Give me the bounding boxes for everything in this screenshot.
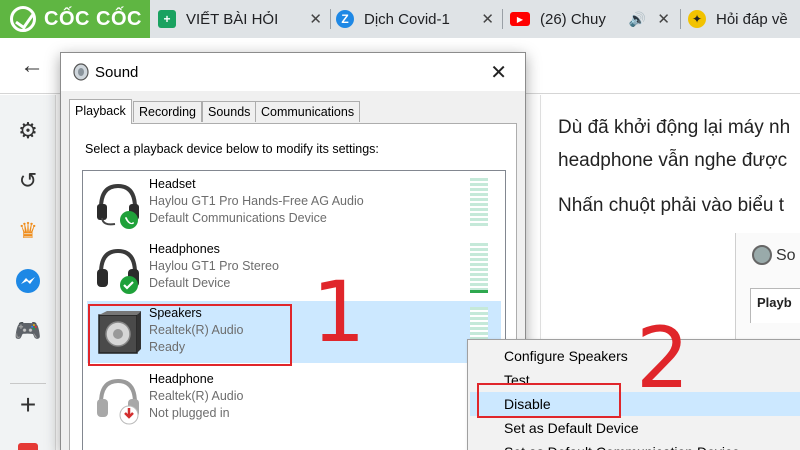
- article-line: Nhấn chuột phải vào biểu t: [558, 195, 785, 216]
- device-status: Default Device: [149, 276, 231, 290]
- dialog-title: Sound: [95, 64, 139, 81]
- gamepad-icon[interactable]: 🎮: [14, 317, 42, 345]
- article-line: Dù đã khởi động lại máy nh: [558, 117, 791, 138]
- disable-highlight-box: [477, 383, 621, 418]
- runner-icon: ✦: [688, 10, 706, 28]
- step-number-1: 1: [312, 263, 366, 361]
- instruction-text: Select a playback device below to modify…: [85, 142, 379, 156]
- device-status: Not plugged in: [149, 406, 230, 420]
- browser-tab[interactable]: ✦ Hỏi đáp về: [688, 0, 800, 38]
- close-icon[interactable]: ✕: [657, 10, 670, 28]
- tab-separator: [330, 9, 331, 29]
- headset-icon: [97, 183, 139, 229]
- menu-item-set-default-communication-device[interactable]: Set as Default Communication Device: [470, 440, 800, 450]
- close-icon[interactable]: ✕: [309, 10, 322, 28]
- volume-meter: [470, 243, 488, 293]
- article-line: headphone vẫn nghe được: [558, 150, 788, 171]
- green-plus-icon: +: [158, 10, 176, 28]
- crown-icon[interactable]: ♛: [14, 217, 42, 245]
- device-description: Haylou GT1 Pro Stereo: [149, 259, 279, 273]
- zalo-z-icon: Z: [336, 10, 354, 28]
- tab-separator: [502, 9, 503, 29]
- browser-tab[interactable]: Z Dịch Covid-1 ✕: [336, 0, 498, 38]
- volume-meter: [470, 178, 488, 228]
- step-number-2: 2: [636, 309, 690, 407]
- add-icon[interactable]: +: [14, 389, 42, 420]
- logo-text: CỐC CỐC: [44, 7, 142, 30]
- tab-sounds[interactable]: Sounds: [202, 101, 257, 122]
- speakers-highlight-box: [88, 304, 292, 366]
- device-row-headset[interactable]: Headset Haylou GT1 Pro Hands-Free AG Aud…: [87, 172, 501, 234]
- headphones-icon: [97, 248, 139, 294]
- inset-tab: Playb: [750, 288, 800, 323]
- device-status: Default Communications Device: [149, 211, 327, 225]
- coccoc-logo-icon: [10, 6, 36, 32]
- back-arrow-icon[interactable]: ←: [20, 52, 44, 80]
- tab-title: (26) Chuy: [540, 10, 606, 28]
- browser-tab-bar: CỐC CỐC + VIẾT BÀI HỎI ✕ Z Dịch Covid-1 …: [0, 0, 800, 38]
- device-row-headphones[interactable]: Headphones Haylou GT1 Pro Stereo Default…: [87, 237, 501, 299]
- headphone-unplugged-icon: [97, 378, 139, 425]
- close-icon[interactable]: ✕: [481, 10, 494, 28]
- device-name: Headphone: [149, 372, 214, 386]
- browser-sidebar: ⚙ ↺ ♛ 🎮 +: [0, 95, 56, 450]
- speaker-icon[interactable]: 🔊: [629, 11, 646, 28]
- tab-playback[interactable]: Playback: [69, 99, 132, 124]
- youtube-icon: ▶: [510, 12, 530, 26]
- device-description: Realtek(R) Audio: [149, 389, 244, 403]
- history-icon[interactable]: ↺: [14, 167, 42, 195]
- tab-title: Dịch Covid-1: [364, 10, 450, 28]
- tab-recording[interactable]: Recording: [133, 101, 202, 122]
- menu-item-set-default-device[interactable]: Set as Default Device: [470, 416, 800, 440]
- sound-dialog: Sound ✕ Playback Recording Sounds Commun…: [60, 52, 526, 450]
- device-row-headphone[interactable]: Headphone Realtek(R) Audio Not plugged i…: [87, 367, 501, 429]
- device-name: Headset: [149, 177, 196, 191]
- device-description: Haylou GT1 Pro Hands-Free AG Audio: [149, 194, 364, 208]
- messenger-icon[interactable]: [14, 267, 42, 295]
- tab-title: VIẾT BÀI HỎI: [186, 10, 279, 28]
- sidebar-divider: [10, 383, 46, 384]
- sound-app-icon: [752, 245, 772, 265]
- device-name: Headphones: [149, 242, 220, 256]
- tab-title: Hỏi đáp về: [716, 10, 788, 28]
- playback-panel: Select a playback device below to modify…: [69, 123, 517, 450]
- browser-tab[interactable]: ▶ (26) Chuy 🔊 ✕: [510, 0, 674, 38]
- inset-title: So: [776, 247, 796, 264]
- tab-separator: [680, 9, 681, 29]
- sound-app-icon: [73, 63, 89, 81]
- browser-tab[interactable]: + VIẾT BÀI HỎI ✕: [158, 0, 326, 38]
- youtube-shortcut-icon[interactable]: [18, 443, 38, 450]
- gear-icon[interactable]: ⚙: [14, 117, 42, 145]
- dialog-titlebar[interactable]: Sound ✕: [61, 53, 525, 91]
- coccoc-logo[interactable]: CỐC CỐC: [0, 0, 150, 38]
- menu-item-configure-speakers[interactable]: Configure Speakers: [470, 344, 800, 368]
- tab-communications[interactable]: Communications: [255, 101, 361, 122]
- close-icon[interactable]: ✕: [490, 60, 507, 85]
